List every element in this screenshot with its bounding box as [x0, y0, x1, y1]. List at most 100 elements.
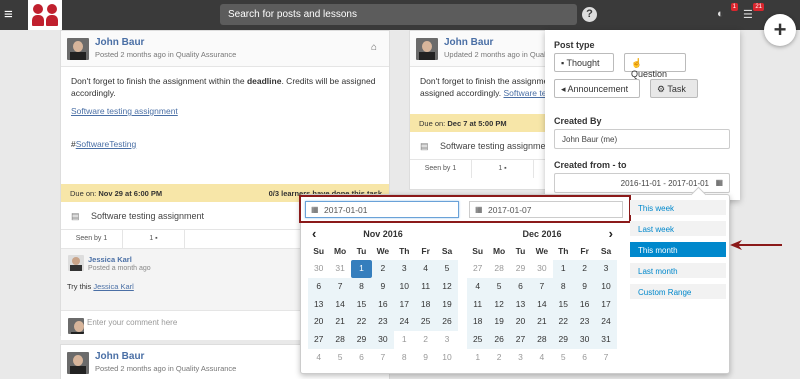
avatar[interactable] — [68, 255, 84, 271]
calendar-day[interactable]: 30 — [573, 331, 596, 349]
calendar-day[interactable]: 28 — [329, 331, 351, 349]
calendar-day[interactable]: 10 — [393, 277, 415, 296]
range-option[interactable]: Last month — [630, 263, 726, 278]
calendar-day[interactable]: 29 — [509, 260, 532, 278]
calendar-day[interactable]: 4 — [531, 348, 553, 367]
avatar[interactable] — [67, 352, 89, 374]
calendar-day[interactable]: 22 — [350, 313, 373, 332]
notifications-icon[interactable]: ◐ 1 — [717, 3, 738, 22]
calendar-day[interactable]: 26 — [436, 313, 458, 332]
help-icon[interactable]: ? — [582, 7, 597, 22]
task-button[interactable]: ⚙ Task — [650, 79, 698, 98]
range-option[interactable]: This month — [630, 242, 726, 257]
calendar-day[interactable]: 6 — [509, 277, 532, 296]
calendar-day[interactable]: 30 — [308, 260, 330, 278]
prev-month-icon[interactable]: ‹ — [312, 226, 316, 241]
calendar-day[interactable]: 2 — [488, 348, 510, 367]
post-link[interactable]: Software testing assignment — [71, 106, 178, 116]
calendar-day[interactable]: 1 — [393, 331, 415, 349]
calendar-day[interactable]: 5 — [488, 277, 510, 296]
calendar-day[interactable]: 17 — [393, 295, 415, 314]
calendar-day[interactable]: 23 — [372, 313, 394, 332]
post-author[interactable]: John Baur — [95, 37, 144, 48]
comment-author[interactable]: Jessica Karl — [88, 255, 132, 264]
calendar-day[interactable]: 21 — [531, 313, 553, 332]
question-button[interactable]: ☝ Question — [624, 53, 686, 79]
calendar-day[interactable]: 18 — [414, 295, 437, 314]
home-icon[interactable]: ⌂ — [371, 42, 377, 53]
created-by-field[interactable]: John Baur (me) — [554, 129, 730, 149]
calendar-day[interactable]: 12 — [436, 277, 458, 296]
calendar-day[interactable]: 24 — [595, 313, 617, 332]
calendar-day[interactable]: 11 — [414, 277, 437, 296]
calendar-day[interactable]: 6 — [350, 348, 373, 367]
calendar-day[interactable]: 17 — [595, 295, 617, 314]
messages-icon[interactable]: ☰ 21 — [743, 3, 764, 22]
calendar-day[interactable]: 9 — [573, 277, 596, 296]
post-author[interactable]: John Baur — [444, 37, 493, 48]
calendar-day[interactable]: 6 — [308, 277, 330, 296]
calendar-day[interactable]: 1 — [552, 260, 574, 278]
calendar-day[interactable]: 7 — [329, 277, 351, 296]
calendar-day[interactable]: 10 — [436, 348, 458, 367]
calendar-day[interactable]: 29 — [552, 331, 574, 349]
comments-count[interactable]: 1 ▪ — [472, 160, 534, 178]
created-range-field[interactable]: 2016-11-01 - 2017-01-01 ▦ — [554, 173, 730, 193]
calendar-day[interactable]: 8 — [552, 277, 574, 296]
calendar-day[interactable]: 28 — [488, 260, 510, 278]
calendar-day[interactable]: 27 — [308, 331, 330, 349]
calendar-day[interactable]: 9 — [414, 348, 437, 367]
calendar-day[interactable]: 30 — [531, 260, 553, 278]
calendar-day[interactable]: 20 — [308, 313, 330, 332]
calendar-day[interactable]: 15 — [350, 295, 373, 314]
calendar-day[interactable]: 30 — [372, 331, 394, 349]
logo[interactable] — [28, 0, 62, 30]
calendar-day[interactable]: 24 — [393, 313, 415, 332]
calendar-day[interactable]: 7 — [372, 348, 394, 367]
calendar-day[interactable]: 23 — [573, 313, 596, 332]
calendar-day[interactable]: 12 — [488, 295, 510, 314]
attachment-item[interactable]: ▤ Software testing assignment — [410, 132, 553, 160]
calendar-day[interactable]: 16 — [573, 295, 596, 314]
next-month-icon[interactable]: › — [609, 226, 613, 241]
calendar-day[interactable]: 18 — [467, 313, 489, 332]
calendar-day[interactable]: 31 — [329, 260, 351, 278]
range-option[interactable]: Custom Range — [630, 284, 726, 299]
avatar[interactable] — [416, 38, 438, 60]
calendar-day[interactable]: 19 — [488, 313, 510, 332]
calendar-day[interactable]: 28 — [531, 331, 553, 349]
calendar-day[interactable]: 1 — [350, 260, 373, 278]
calendar-day[interactable]: 4 — [414, 260, 437, 278]
calendar-day[interactable]: 13 — [308, 295, 330, 314]
calendar-day[interactable]: 31 — [595, 331, 617, 349]
calendar-day[interactable]: 3 — [393, 260, 415, 278]
calendar-day[interactable]: 19 — [436, 295, 458, 314]
avatar[interactable] — [67, 38, 89, 60]
calendar-day[interactable]: 22 — [552, 313, 574, 332]
search-input[interactable]: Search for posts and lessons — [220, 4, 577, 25]
calendar-day[interactable]: 11 — [467, 295, 489, 314]
menu-icon[interactable]: ≡ — [4, 7, 18, 23]
range-option[interactable]: This week — [630, 200, 726, 215]
calendar-day[interactable]: 4 — [467, 277, 489, 296]
seen-by[interactable]: Seen by 1 — [61, 230, 123, 248]
calendar-day[interactable]: 3 — [509, 348, 532, 367]
create-post-button[interactable]: + — [764, 14, 796, 46]
calendar-day[interactable]: 14 — [531, 295, 553, 314]
calendar-day[interactable]: 25 — [414, 313, 437, 332]
post-author[interactable]: John Baur — [95, 351, 144, 362]
calendar-day[interactable]: 9 — [372, 277, 394, 296]
calendar-day[interactable]: 2 — [573, 260, 596, 278]
seen-by[interactable]: Seen by 1 — [410, 160, 472, 178]
calendar-day[interactable]: 15 — [552, 295, 574, 314]
range-option[interactable]: Last week — [630, 221, 726, 236]
calendar-day[interactable]: 5 — [329, 348, 351, 367]
calendar-day[interactable]: 3 — [436, 331, 458, 349]
calendar-day[interactable]: 8 — [350, 277, 373, 296]
calendar-day[interactable]: 3 — [595, 260, 617, 278]
calendar-day[interactable]: 14 — [329, 295, 351, 314]
announcement-button[interactable]: ◂ Announcement — [554, 79, 640, 98]
calendar-day[interactable]: 26 — [488, 331, 510, 349]
comments-count[interactable]: 1 ▪ — [123, 230, 185, 248]
thought-button[interactable]: ▪ Thought — [554, 53, 614, 72]
